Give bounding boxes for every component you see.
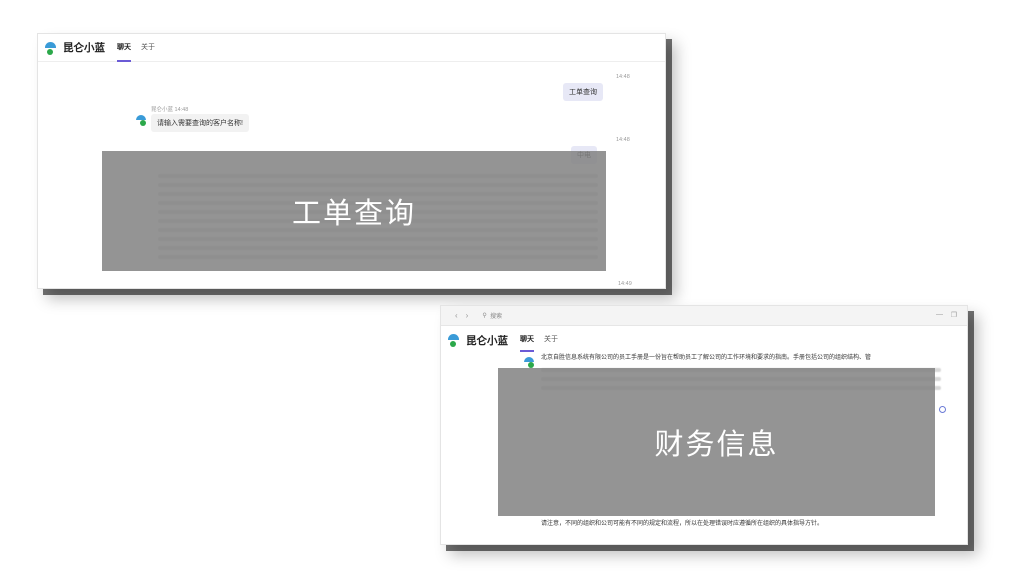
bot-message: 请输入需要查询的客户名称! bbox=[151, 114, 249, 132]
avatar-icon bbox=[523, 356, 535, 368]
overlay-label: 财务信息 bbox=[654, 429, 779, 461]
app-brand: 昆仑小蓝 bbox=[466, 334, 508, 347]
forward-icon[interactable]: › bbox=[466, 311, 469, 320]
bot-intro-text: 北京自胜信息系统有限公司的员工手册是一份旨在帮助员工了解公司的工作环境和要求的指… bbox=[541, 355, 872, 361]
tab-about[interactable]: 关于 bbox=[141, 34, 155, 62]
top-nav: 昆仑小蓝 聊天 关于 bbox=[441, 328, 967, 352]
message-time: 14:48 bbox=[616, 137, 630, 143]
settings-icon[interactable] bbox=[939, 406, 946, 413]
search-icon: ⚲ bbox=[482, 313, 487, 319]
minimize-icon[interactable]: — bbox=[936, 311, 943, 318]
overlay-work-order: 工单查询 bbox=[102, 151, 606, 271]
app-brand: 昆仑小蓝 bbox=[63, 42, 105, 54]
bot-meta: 昆仑小蓝 14:48 bbox=[151, 107, 189, 113]
logo-icon bbox=[447, 333, 461, 347]
tab-chat[interactable]: 聊天 bbox=[117, 34, 131, 62]
search-box[interactable]: ⚲ 搜索 bbox=[482, 311, 502, 320]
footer-note: 请注意，不同的组织和公司可能有不同的规定和流程，所以在处理错误时应遵循所在组织的… bbox=[541, 521, 824, 527]
message-time: 14:49 bbox=[618, 281, 632, 287]
browser-bar: ‹ › ⚲ 搜索 — ❐ bbox=[441, 306, 967, 326]
tab-chat[interactable]: 聊天 bbox=[520, 328, 534, 352]
user-message: 工单查询 bbox=[563, 83, 603, 101]
tab-about[interactable]: 关于 bbox=[544, 328, 558, 352]
overlay-label: 工单查询 bbox=[291, 198, 416, 230]
overlay-finance: 财务信息 bbox=[498, 368, 935, 516]
avatar-icon bbox=[135, 114, 147, 126]
back-icon[interactable]: ‹ bbox=[455, 311, 458, 320]
collage: 昆仑小蓝 聊天 关于 14:48 工单查询 昆仑小蓝 14:48 请输入需要查询… bbox=[0, 0, 1024, 576]
search-placeholder: 搜索 bbox=[490, 314, 503, 320]
restore-icon[interactable]: ❐ bbox=[951, 311, 957, 319]
logo-icon bbox=[44, 41, 58, 55]
message-time: 14:48 bbox=[616, 74, 630, 80]
top-nav: 昆仑小蓝 聊天 关于 bbox=[38, 34, 665, 62]
